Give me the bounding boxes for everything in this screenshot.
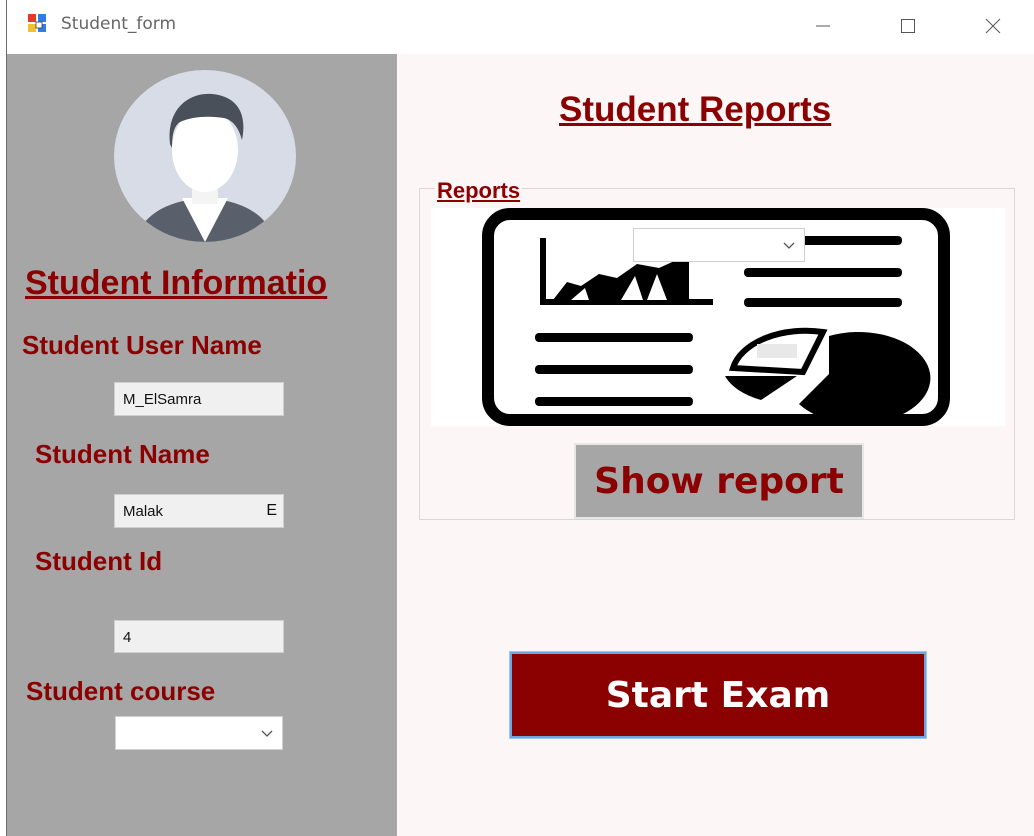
student-name-label: Student Name <box>35 439 210 469</box>
username-label: Student User Name <box>22 330 262 360</box>
chevron-down-icon <box>261 730 273 737</box>
course-dropdown[interactable] <box>115 716 283 750</box>
report-dropdown[interactable] <box>633 228 805 262</box>
username-field[interactable]: M_ElSamra <box>114 382 284 416</box>
close-button[interactable] <box>973 10 1013 42</box>
chevron-down-icon <box>783 242 795 249</box>
reports-group-label: Reports <box>435 178 523 204</box>
student-id-value: 4 <box>123 629 132 646</box>
minimize-icon <box>816 25 830 27</box>
app-icon <box>28 14 46 32</box>
student-info-panel: Student Informatio Student User Name M_E… <box>7 54 397 836</box>
student-name-value-tail: E <box>266 502 277 519</box>
student-form-window: Student_form Student Informatio Student … <box>6 0 1034 836</box>
student-name-value: Malak <box>123 503 164 520</box>
minimize-button[interactable] <box>803 10 843 42</box>
student-information-heading: Student Informatio <box>25 264 328 302</box>
username-value: M_ElSamra <box>123 391 202 408</box>
title-bar[interactable]: Student_form <box>7 0 1034 54</box>
maximize-icon <box>901 19 915 33</box>
student-reports-title: Student Reports <box>559 90 832 129</box>
maximize-button[interactable] <box>888 10 928 42</box>
student-course-label: Student course <box>26 676 216 706</box>
student-id-field[interactable]: 4 <box>114 620 284 653</box>
show-report-button[interactable]: Show report <box>574 443 864 519</box>
student-name-field[interactable]: Malak E <box>114 494 284 528</box>
start-exam-button[interactable]: Start Exam <box>509 651 927 739</box>
student-reports-panel: Student Reports Reports Show report Star… <box>397 54 1034 836</box>
user-avatar-icon <box>114 70 296 242</box>
student-id-label: Student Id <box>35 546 163 576</box>
close-icon <box>985 18 1001 34</box>
window-title: Student_form <box>61 14 177 34</box>
